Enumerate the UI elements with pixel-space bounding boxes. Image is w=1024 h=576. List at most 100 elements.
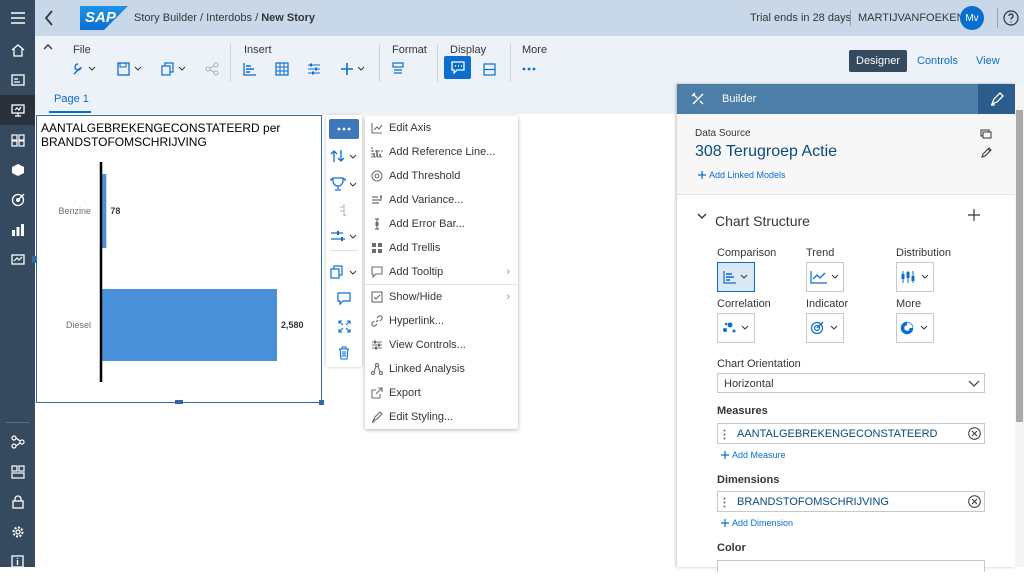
edit-model-icon[interactable] [981,146,993,158]
share-icon[interactable] [205,58,219,80]
distribution-chart-button[interactable] [896,262,934,292]
header-divider [850,10,851,26]
menu-item-hyperlink[interactable]: Hyperlink... [365,309,518,333]
resize-handle-corner[interactable] [319,400,324,405]
copy-icon[interactable] [326,260,362,284]
add-more-icon[interactable] [340,58,366,80]
edit-styling-icon [365,411,389,423]
comparison-chart-button[interactable] [717,262,755,292]
add-chart-structure-icon[interactable] [968,209,980,221]
deployment-icon[interactable] [0,457,35,487]
menu-item-label: Edit Styling... [389,411,454,423]
connections-icon[interactable] [0,427,35,457]
copy-menu-icon[interactable] [161,58,187,80]
fullscreen-icon[interactable] [326,314,362,338]
breadcrumb-story-builder[interactable]: Story Builder [134,12,197,24]
insert-group-label: Insert [244,44,272,56]
data-source-name[interactable]: 308 Terugroep Actie [695,143,837,161]
settings-icon[interactable] [0,517,35,547]
presentation-icon[interactable] [0,245,35,275]
view-mode-button[interactable]: View [969,50,1007,72]
shell-header: SAP Story Builder / Interdobs / New Stor… [35,0,1024,36]
delete-icon[interactable] [326,341,362,365]
add-linked-models-link[interactable]: Add Linked Models [698,170,786,180]
menu-item-add-reference-line[interactable]: Add Reference Line... [365,140,518,164]
resize-handle-bottom[interactable] [175,400,183,404]
data-analyzer-icon[interactable] [0,215,35,245]
color-field[interactable] [717,560,985,572]
indicator-chart-button[interactable] [806,313,844,343]
trend-chart-button[interactable] [806,262,844,292]
info-icon[interactable] [0,546,35,576]
menu-item-label: Export [389,387,421,399]
menu-icon[interactable] [0,3,35,33]
styling-panel-tab[interactable] [978,84,1015,114]
menu-item-add-variance[interactable]: Add Variance... [365,188,518,212]
predictive-icon[interactable] [0,185,35,215]
insert-table-icon[interactable] [275,58,289,80]
switch-model-icon[interactable] [980,129,992,140]
menu-item-linked-analysis[interactable]: Linked Analysis [365,357,518,381]
menu-item-label: Hyperlink... [389,315,445,327]
add-dimension-link[interactable]: Add Dimension [721,518,793,528]
more-actions-button[interactable] [329,119,359,139]
menu-item-add-threshold[interactable]: Add Threshold [365,164,518,188]
chart-orientation-select[interactable]: Horizontal [717,373,985,393]
format-styling-icon[interactable] [392,58,404,80]
sort-icon[interactable] [326,144,362,168]
insert-chart-icon[interactable] [243,58,257,80]
rank-icon[interactable] [326,172,362,196]
save-menu-icon[interactable] [117,58,143,80]
help-icon[interactable] [1003,10,1019,26]
insert-input-control-icon[interactable] [307,58,321,80]
menu-item-add-tooltip[interactable]: Add Tooltip › [365,260,518,284]
threshold-icon [365,170,389,182]
linked-analysis-icon [365,363,389,375]
collapse-chart-structure-icon[interactable] [697,213,707,220]
collapse-toolbar-icon[interactable] [43,43,53,50]
more-overflow-icon[interactable] [522,58,536,80]
menu-item-show-hide[interactable]: Show/Hide › [365,285,518,309]
menu-item-add-trellis[interactable]: Add Trellis [365,236,518,260]
builder-scrollbar-thumb[interactable] [1016,110,1023,422]
more-icon [337,127,351,131]
tools-menu-icon[interactable] [72,58,96,80]
active-tab-indicator [49,111,91,113]
measure-token[interactable]: AANTALGEBREKENGECONSTATEERD [717,423,985,444]
chart-widget[interactable]: AANTALGEBREKENGECONSTATEERD per BRANDSTO… [36,115,322,403]
filter-icon[interactable] [326,224,362,248]
models-icon[interactable] [0,155,35,185]
security-icon[interactable] [0,487,35,517]
menu-item-edit-styling[interactable]: Edit Styling... [365,405,518,429]
files-icon[interactable] [0,65,35,95]
analytic-applications-icon[interactable] [0,125,35,155]
chart-bar-diesel[interactable] [101,289,277,361]
designer-mode-button[interactable]: Designer [849,50,908,72]
donut-chart-icon [900,321,928,335]
menu-item-edit-axis[interactable]: Edit Axis [365,116,518,140]
menu-item-view-controls[interactable]: View Controls... [365,333,518,357]
comment-icon[interactable] [326,287,362,311]
chart-structure-title: Chart Structure [715,213,810,229]
show-hide-panel-icon[interactable] [483,58,496,80]
trial-status[interactable]: Trial ends in 28 days [750,12,851,24]
more-chart-types-button[interactable] [896,313,934,343]
home-icon[interactable] [0,35,35,65]
correlation-chart-button[interactable] [717,313,755,343]
user-name[interactable]: MARTIJVANFOEKEN [858,12,965,24]
bar-chart: Benzine 78 Diesel 2,580 [58,162,304,382]
data-source-label: Data Source [695,128,751,139]
resize-handle-left[interactable] [32,256,36,263]
menu-item-add-error-bar[interactable]: Add Error Bar... [365,212,518,236]
menu-item-export[interactable]: Export [365,381,518,405]
avatar[interactable]: Mv [960,6,984,30]
stories-icon[interactable] [0,95,35,125]
add-dimension-label: Add Dimension [732,518,794,528]
back-icon[interactable] [43,9,55,27]
dimension-token[interactable]: BRANDSTOFOMSCHRIJVING [717,491,985,512]
add-measure-link[interactable]: Add Measure [721,450,786,460]
tab-page-1[interactable]: Page 1 [54,93,89,105]
controls-mode-button[interactable]: Controls [910,50,965,72]
comment-mode-button[interactable] [444,56,471,79]
breadcrumb-interdobs[interactable]: Interdobs [206,12,252,24]
